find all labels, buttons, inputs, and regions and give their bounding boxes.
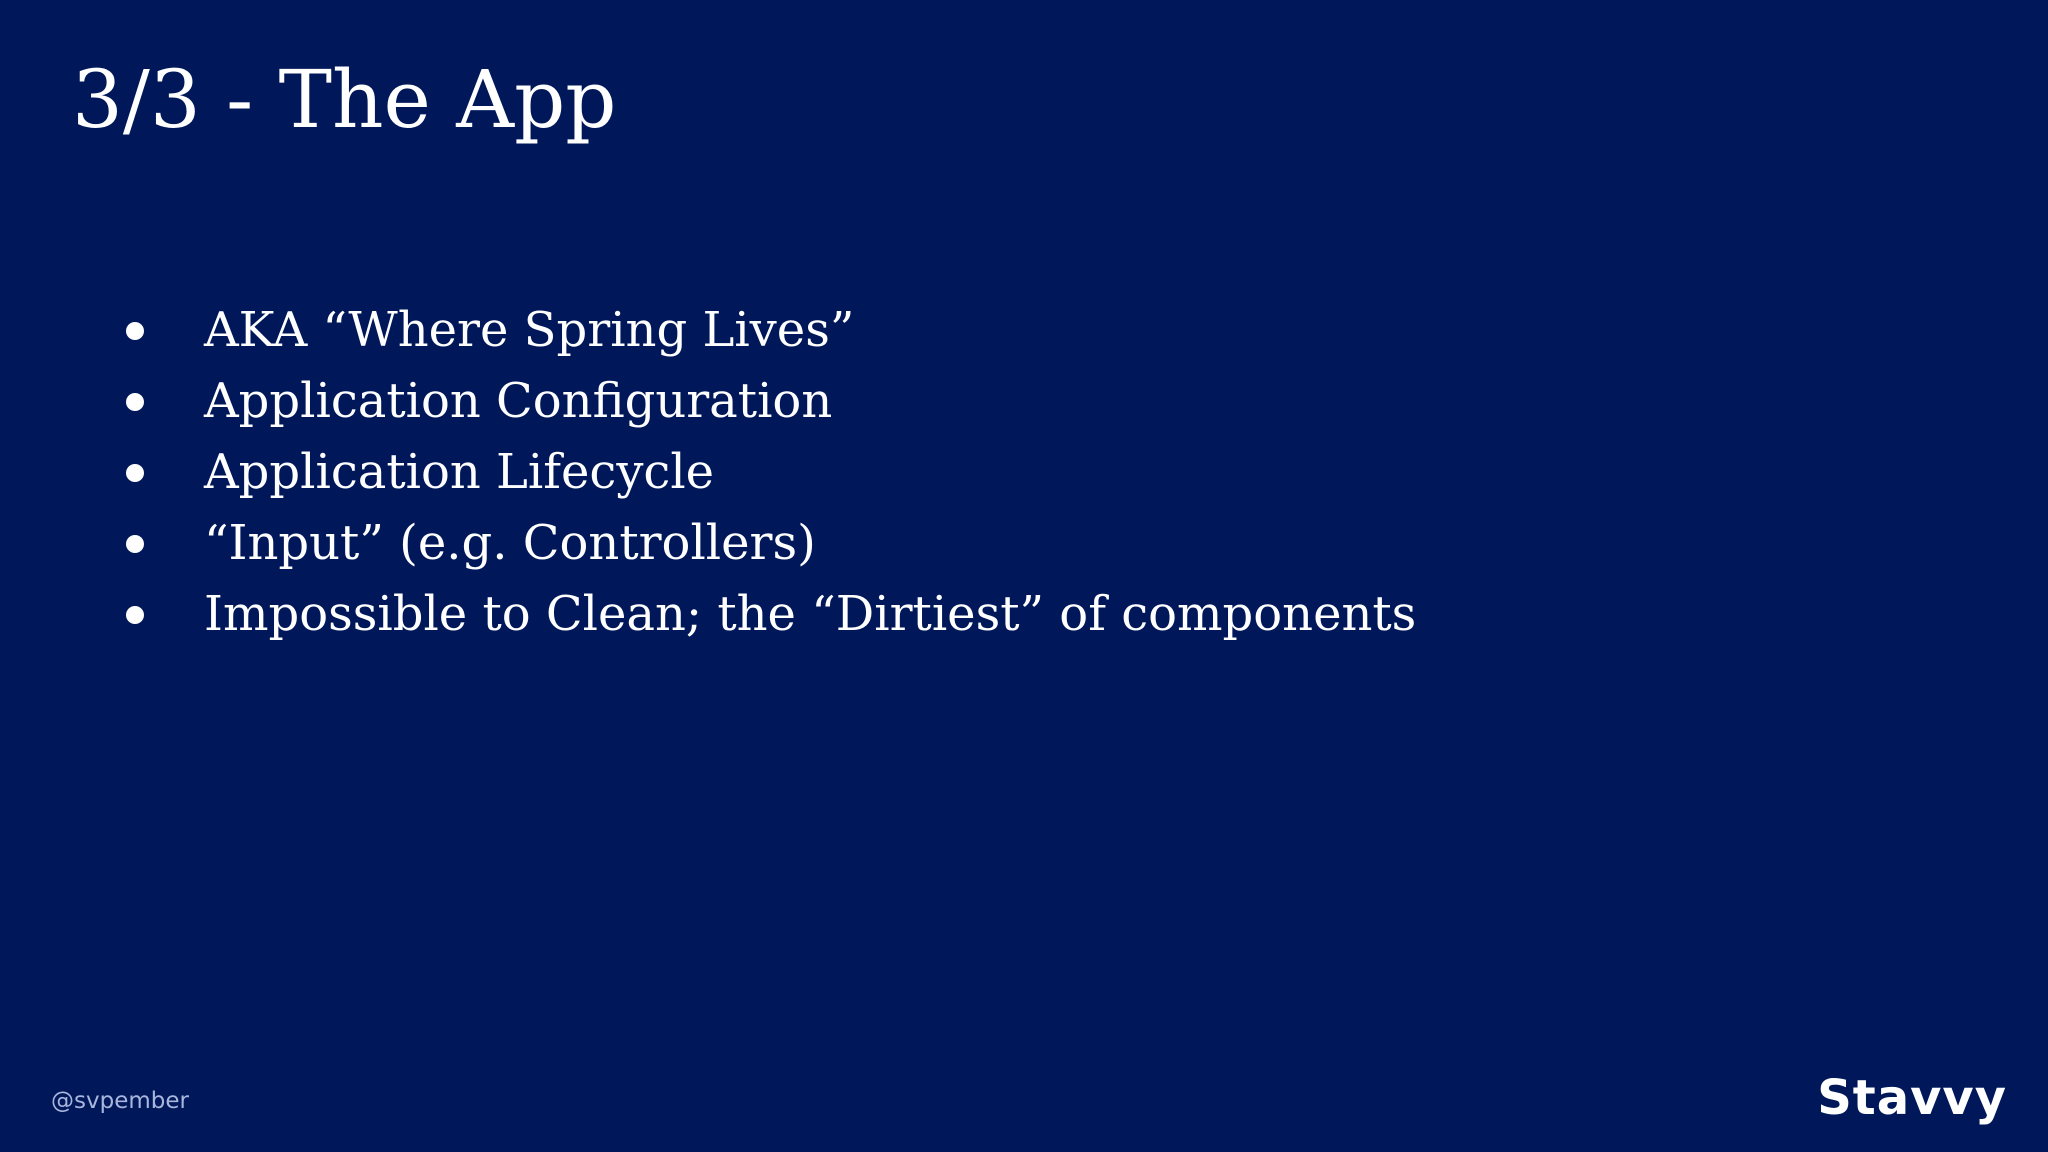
bullet-item: Application Configuration [120,366,1416,437]
bullet-text: Application Configuration [204,373,833,429]
slide-title: 3/3 - The App [72,53,617,146]
bullet-text: Application Lifecycle [204,444,715,500]
bullet-icon [126,463,144,482]
bullet-icon [126,392,144,411]
bullet-text: Impossible to Clean; the “Dirtiest” of c… [204,586,1417,642]
bullet-text: “Input” (e.g. Controllers) [204,515,816,571]
bullet-text: AKA “Where Spring Lives” [204,302,855,358]
bullet-icon [126,321,144,340]
presentation-slide: 3/3 - The App AKA “Where Spring Lives” A… [0,0,2048,1152]
bullet-icon [126,534,144,553]
bullet-item: Application Lifecycle [120,437,1416,508]
footer-handle: @svpember [51,1088,189,1114]
bullet-item: AKA “Where Spring Lives” [120,295,1416,366]
bullet-list: AKA “Where Spring Lives” Application Con… [120,295,1416,650]
bullet-icon [126,605,144,624]
brand-logo: Stavvy [1817,1070,2007,1126]
bullet-item: Impossible to Clean; the “Dirtiest” of c… [120,579,1416,650]
bullet-item: “Input” (e.g. Controllers) [120,508,1416,579]
